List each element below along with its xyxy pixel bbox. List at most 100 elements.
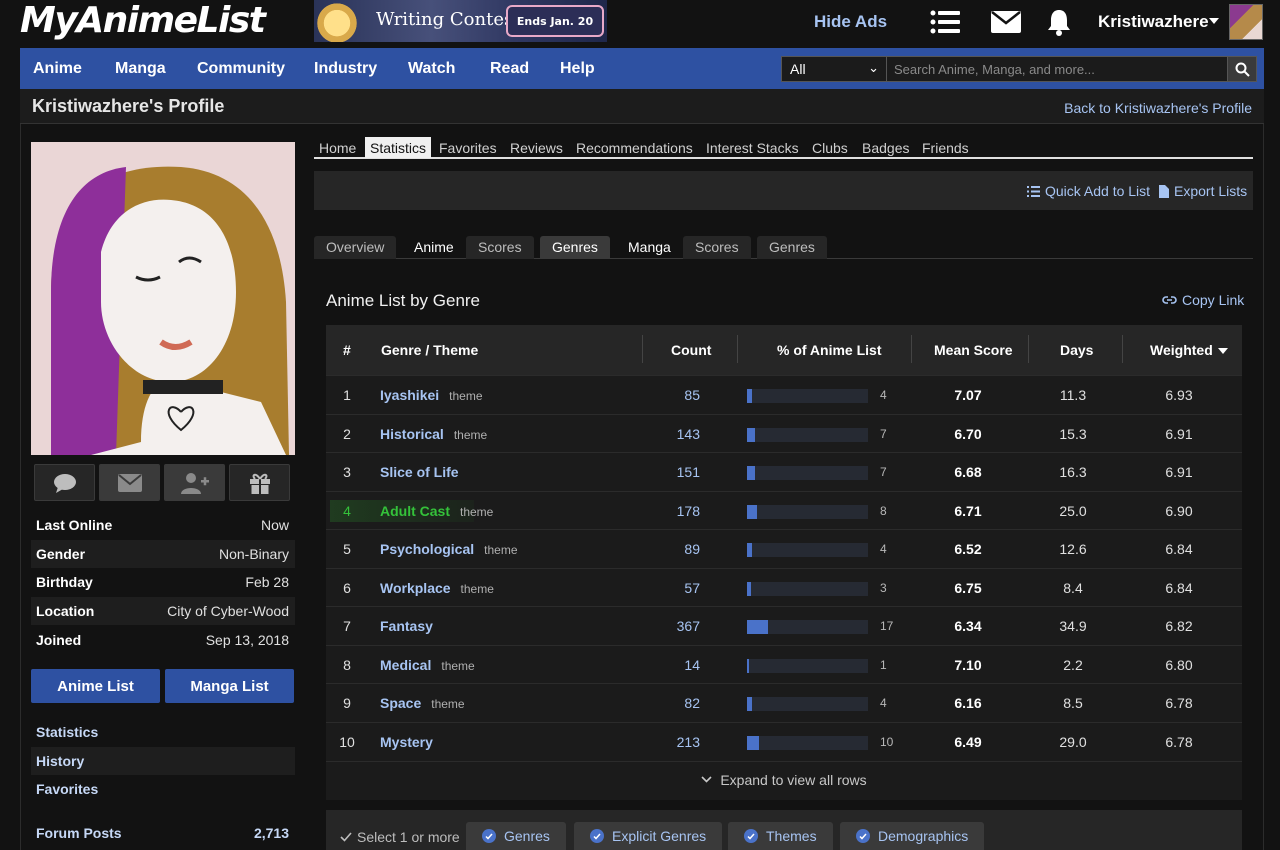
filter-genres[interactable]: Genres (466, 822, 566, 850)
tab-anime-scores[interactable]: Scores (466, 236, 534, 259)
tab-recommendations[interactable]: Recommendations (571, 137, 698, 158)
chevron-down-icon[interactable] (1209, 18, 1219, 24)
genre-link[interactable]: Workplace (380, 580, 451, 596)
count-link[interactable]: 367 (640, 618, 700, 634)
copy-link-button[interactable]: Copy Link (1162, 292, 1244, 308)
genre-link[interactable]: Medical (380, 657, 431, 673)
mail-icon[interactable] (990, 8, 1022, 36)
percent-value: 7 (880, 426, 887, 441)
forum-posts-row[interactable]: Forum Posts 2,713 (31, 820, 295, 846)
profile-tabs: Home Statistics Favorites Reviews Recomm… (314, 137, 1253, 159)
nav-read[interactable]: Read (490, 60, 529, 78)
col-weighted[interactable]: Weighted (1150, 342, 1228, 358)
genre-link[interactable]: Space (380, 695, 421, 711)
filter-themes[interactable]: Themes (728, 822, 833, 850)
back-to-profile-link[interactable]: Back to Kristiwazhere's Profile (1064, 100, 1252, 116)
tab-badges[interactable]: Badges (857, 137, 914, 158)
col-count[interactable]: Count (671, 342, 711, 358)
search-scope-select[interactable]: All ⌄ (781, 56, 887, 82)
tab-clubs[interactable]: Clubs (807, 137, 853, 158)
count-link[interactable]: 143 (640, 426, 700, 442)
sidebar-link-statistics[interactable]: Statistics (31, 718, 295, 746)
add-friend-button[interactable] (164, 464, 225, 501)
col-rank[interactable]: # (343, 342, 351, 358)
col-mean-score[interactable]: Mean Score (934, 342, 1013, 358)
count-link[interactable]: 82 (640, 695, 700, 711)
nav-help[interactable]: Help (560, 60, 595, 78)
table-row: 4 Adult Cast theme 178 8 6.71 25.0 6.90 (326, 490, 1242, 529)
tab-manga-heading[interactable]: Manga (616, 236, 683, 259)
chevron-down-icon: ⌄ (868, 60, 879, 75)
hide-ads-link[interactable]: Hide Ads (814, 12, 887, 32)
genre-link[interactable]: Iyashikei (380, 387, 439, 403)
site-logo[interactable]: MyAnimeList (20, 0, 266, 41)
tab-manga-genres[interactable]: Genres (757, 236, 827, 259)
count-link[interactable]: 85 (640, 387, 700, 403)
tab-favorites[interactable]: Favorites (434, 137, 502, 158)
genre-name-cell: Medical theme (380, 657, 475, 673)
banner-end-badge: Ends Jan. 20 (506, 5, 604, 37)
genre-link[interactable]: Adult Cast (380, 503, 450, 519)
genre-link[interactable]: Slice of Life (380, 464, 459, 480)
gift-button[interactable] (229, 464, 290, 501)
nav-anime[interactable]: Anime (33, 60, 82, 78)
export-lists-link[interactable]: Export Lists (1159, 183, 1247, 199)
quick-add-link[interactable]: Quick Add to List (1027, 183, 1150, 199)
rank-cell: 6 (343, 579, 351, 596)
tab-overview[interactable]: Overview (314, 236, 397, 259)
col-genre[interactable]: Genre / Theme (381, 342, 478, 358)
writing-contest-banner[interactable]: Writing Contest Ends Jan. 20 (314, 0, 607, 42)
count-link[interactable]: 57 (640, 580, 700, 596)
nav-community[interactable]: Community (197, 60, 285, 78)
tab-home[interactable]: Home (314, 137, 361, 158)
tab-friends[interactable]: Friends (917, 137, 974, 158)
col-percent[interactable]: % of Anime List (777, 342, 882, 358)
notification-bell-icon[interactable] (1043, 8, 1075, 36)
count-link[interactable]: 151 (640, 464, 700, 480)
tab-statistics[interactable]: Statistics (365, 137, 432, 158)
nav-manga[interactable]: Manga (115, 60, 166, 78)
genre-filter-bar: Select 1 or more Genres Explicit Genres … (326, 810, 1242, 850)
tab-anime-heading[interactable]: Anime (402, 236, 466, 259)
avatar[interactable] (1229, 4, 1263, 40)
send-message-button[interactable] (99, 464, 160, 501)
search-input[interactable] (886, 56, 1228, 82)
copy-link-label: Copy Link (1182, 292, 1245, 308)
genre-table: # Genre / Theme Count % of Anime List Me… (326, 325, 1242, 800)
rank-cell: 5 (343, 541, 351, 557)
count-link[interactable]: 178 (640, 503, 700, 519)
filter-demographics[interactable]: Demographics (840, 822, 985, 850)
tab-reviews[interactable]: Reviews (505, 137, 568, 158)
mean-score-cell: 6.68 (954, 464, 982, 480)
nav-watch[interactable]: Watch (408, 60, 455, 78)
list-icon[interactable] (929, 8, 961, 36)
count-link[interactable]: 213 (640, 734, 700, 750)
username-menu[interactable]: Kristiwazhere (1098, 12, 1209, 32)
nav-industry[interactable]: Industry (314, 60, 377, 78)
manga-list-button[interactable]: Manga List (165, 669, 294, 703)
count-link[interactable]: 14 (640, 657, 700, 673)
sidebar-link-history[interactable]: History (31, 747, 295, 775)
theme-tag: theme (460, 581, 494, 596)
genre-link[interactable]: Fantasy (380, 618, 433, 634)
info-label: Location (36, 603, 95, 619)
table-header: # Genre / Theme Count % of Anime List Me… (326, 325, 1242, 375)
expand-rows-button[interactable]: Expand to view all rows (326, 761, 1242, 797)
col-days[interactable]: Days (1060, 342, 1093, 358)
tab-anime-genres[interactable]: Genres (540, 236, 610, 259)
count-link[interactable]: 89 (640, 541, 700, 557)
info-gender: Gender Non-Binary (31, 540, 295, 568)
rank-cell: 2 (343, 425, 351, 442)
comment-button[interactable] (34, 464, 95, 501)
search-button[interactable] (1227, 56, 1257, 82)
genre-link[interactable]: Historical (380, 426, 444, 442)
genre-link[interactable]: Mystery (380, 734, 433, 750)
anime-list-button[interactable]: Anime List (31, 669, 160, 703)
check-circle-icon (856, 829, 870, 843)
filter-label-text: Select 1 or more (357, 829, 460, 845)
filter-explicit-genres[interactable]: Explicit Genres (574, 822, 723, 850)
tab-manga-scores[interactable]: Scores (683, 236, 751, 259)
tab-interest-stacks[interactable]: Interest Stacks (701, 137, 804, 158)
genre-link[interactable]: Psychological (380, 541, 474, 557)
sidebar-link-favorites[interactable]: Favorites (31, 775, 295, 803)
